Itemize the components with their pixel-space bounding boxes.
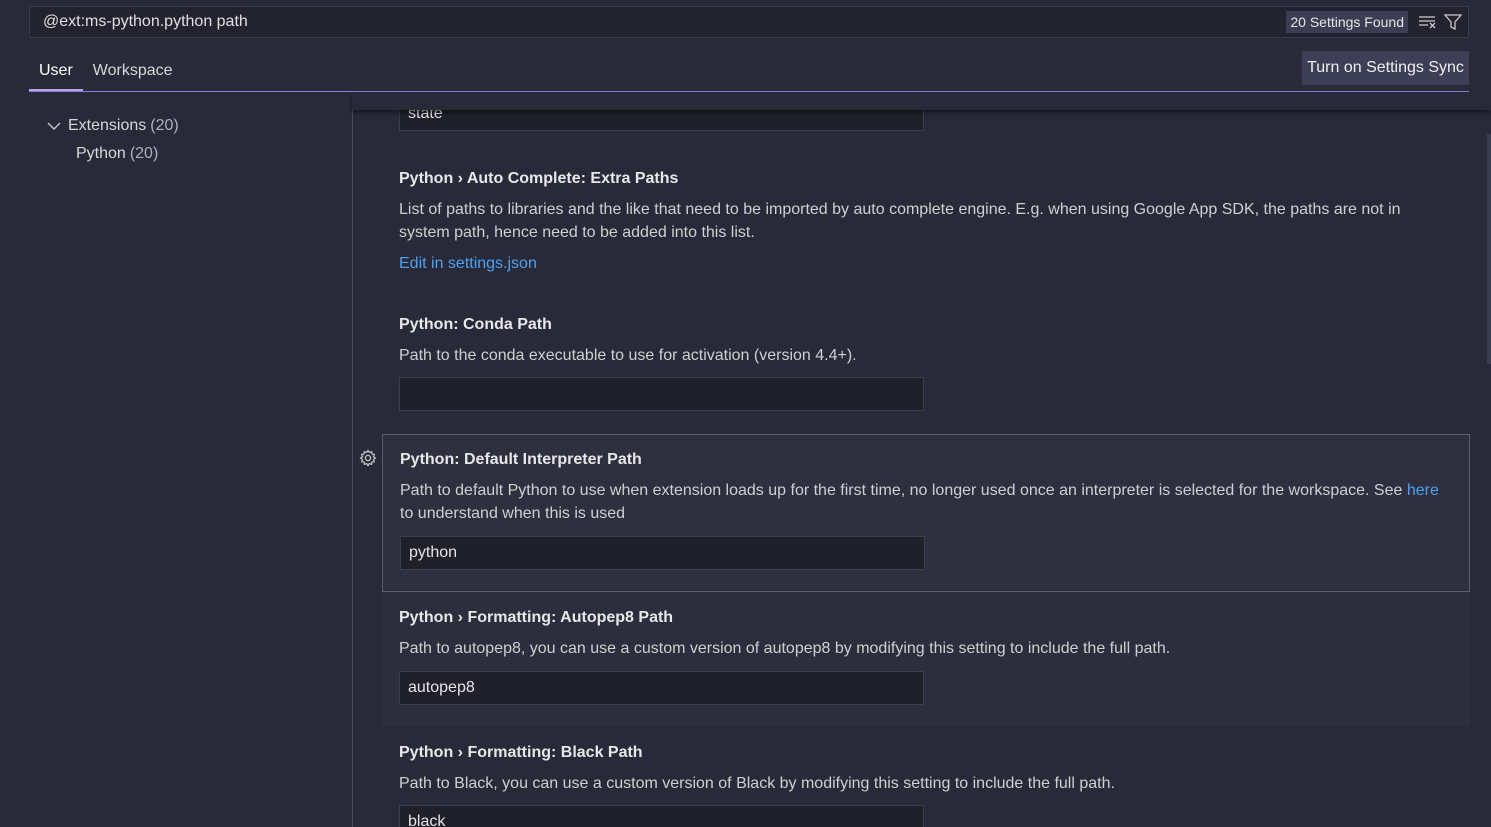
toc-count: (20) <box>150 117 179 134</box>
turn-on-settings-sync-button[interactable]: Turn on Settings Sync <box>1302 51 1469 85</box>
setting-extra-paths: Python › Auto Complete: Extra Paths List… <box>382 170 1470 273</box>
black-path-input[interactable] <box>399 805 924 827</box>
default-interpreter-path-input[interactable] <box>400 536 925 570</box>
chevron-down-icon <box>47 122 61 130</box>
settings-scope-tabs: User Workspace <box>29 52 183 92</box>
here-link[interactable]: here <box>1407 482 1439 499</box>
setting-autopep8-path: Python › Formatting: Autopep8 Path Path … <box>382 593 1470 726</box>
scrollbar[interactable] <box>1487 134 1491 364</box>
clear-filter-icon[interactable] <box>1416 11 1438 33</box>
setting-title: Python › Formatting: Black Path <box>399 744 643 761</box>
toc-item-python[interactable]: Python (20) <box>44 140 344 168</box>
setting-black-path: Python › Formatting: Black Path Path to … <box>382 744 1470 827</box>
setting-title: Python › Formatting: Autopep8 Path <box>399 609 674 626</box>
setting-title: Python: Default Interpreter Path <box>400 451 642 468</box>
filter-icon[interactable] <box>1442 11 1464 33</box>
autopep8-path-input[interactable] <box>399 671 924 705</box>
toc-item-extensions[interactable]: Extensions (20) <box>44 112 344 140</box>
setting-description: Path to the conda executable to use for … <box>399 347 857 364</box>
toc-count: (20) <box>129 145 159 162</box>
setting-title: Python: Conda Path <box>399 316 552 333</box>
setting-default-interpreter-path: Python: Default Interpreter Path Path to… <box>382 434 1470 592</box>
setting-description: List of paths to libraries and the like … <box>399 201 1401 241</box>
toc-divider <box>352 110 353 827</box>
tab-user[interactable]: User <box>29 52 83 91</box>
toc-label: Extensions <box>68 117 147 134</box>
conda-path-input[interactable] <box>399 377 924 411</box>
toc-label: Python <box>76 145 126 162</box>
setting-conda-path: Python: Conda Path Path to the conda exe… <box>382 316 1470 411</box>
setting-description: Path to Black, you can use a custom vers… <box>399 775 1115 792</box>
scroll-shadow <box>352 92 1491 110</box>
edit-in-settings-json-link[interactable]: Edit in settings.json <box>399 255 537 273</box>
setting-description: Path to default Python to use when exten… <box>400 482 1439 522</box>
setting-title: Python › Auto Complete: Extra Paths <box>399 170 679 187</box>
tab-workspace[interactable]: Workspace <box>83 52 183 91</box>
setting-description: Path to autopep8, you can use a custom v… <box>399 640 1171 657</box>
settings-search-bar: 20 Settings Found <box>29 6 1469 38</box>
settings-toc: Extensions (20) Python (20) <box>44 112 344 168</box>
settings-search-input[interactable] <box>30 7 1287 37</box>
settings-count-badge: 20 Settings Found <box>1286 11 1408 33</box>
gear-icon[interactable] <box>359 449 377 467</box>
